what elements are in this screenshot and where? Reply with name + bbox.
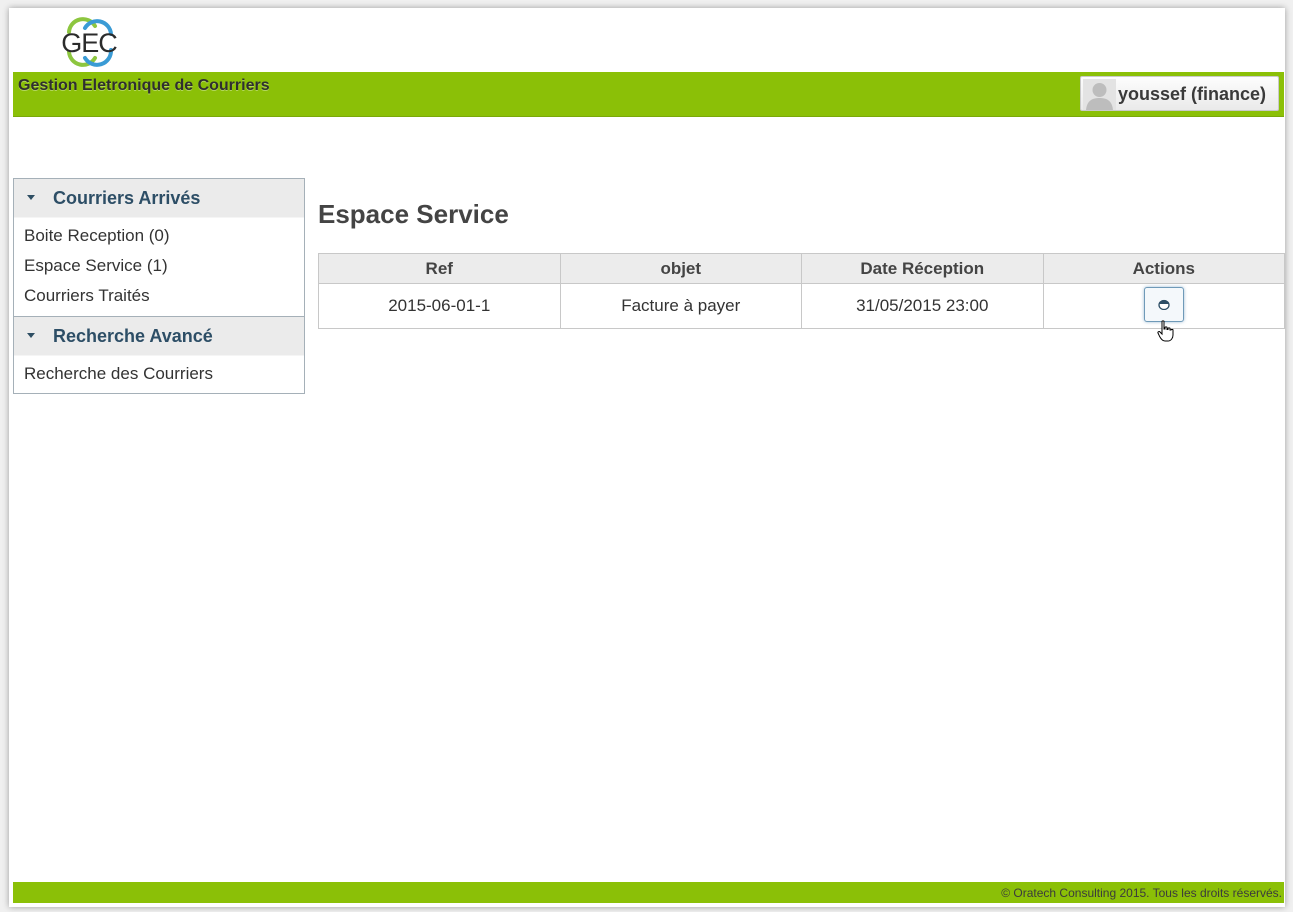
copyright-text: © Oratech Consulting 2015. Tous les droi… (1001, 886, 1282, 900)
panel-courriers-arrives: Courriers Arrivés Boite Reception (0) Es… (13, 178, 305, 317)
panel-title: Recherche Avancé (53, 326, 213, 346)
menu-item-boite-reception[interactable]: Boite Reception (0) (14, 224, 304, 254)
cell-date: 31/05/2015 23:00 (801, 283, 1044, 329)
menu-item-espace-service[interactable]: Espace Service (1) (14, 254, 304, 284)
panel-recherche-avance: Recherche Avancé Recherche des Courriers (13, 316, 305, 394)
column-header-actions: Actions (1042, 253, 1285, 284)
app-title: Gestion Eletronique de Courriers (18, 77, 270, 94)
hand-cursor-icon (1157, 320, 1174, 342)
gec-logo: GEC (61, 14, 118, 68)
column-header-ref[interactable]: Ref (318, 253, 561, 284)
sidebar: Courriers Arrivés Boite Reception (0) Es… (13, 178, 305, 394)
footer-bar: © Oratech Consulting 2015. Tous les droi… (13, 882, 1284, 903)
table-row[interactable]: 2015-06-01-1 Facture à payer 31/05/2015 … (318, 283, 1285, 329)
caret-down-icon (27, 333, 35, 338)
panel-header-recherche-avance[interactable]: Recherche Avancé (14, 317, 304, 356)
table-header-row: Ref objet Date Réception Actions (318, 253, 1285, 284)
menu-item-courriers-traites[interactable]: Courriers Traités (14, 284, 304, 314)
cell-objet: Facture à payer (559, 283, 802, 329)
caret-down-icon (27, 195, 35, 200)
cell-ref: 2015-06-01-1 (318, 283, 561, 329)
column-header-date[interactable]: Date Réception (801, 253, 1044, 284)
menu-item-recherche-courriers[interactable]: Recherche des Courriers (14, 362, 304, 392)
view-button[interactable] (1143, 287, 1184, 322)
courriers-table: Ref objet Date Réception Actions 2015-06… (318, 253, 1285, 329)
panel-header-courriers-arrives[interactable]: Courriers Arrivés (14, 179, 304, 218)
top-bar: Gestion Eletronique de Courriers youssef… (13, 72, 1284, 117)
page-title: Espace Service (318, 199, 509, 229)
column-header-objet[interactable]: objet (559, 253, 802, 284)
user-name: youssef (finance) (1118, 84, 1267, 104)
view-icon (1158, 299, 1170, 310)
user-silhouette-icon (1083, 79, 1116, 110)
panel-title: Courriers Arrivés (53, 188, 201, 208)
logo-text: GEC (61, 28, 118, 58)
page: GEC Gestion Eletronique de Courriers you… (9, 8, 1285, 907)
user-menu-button[interactable]: youssef (finance) (1080, 76, 1279, 111)
